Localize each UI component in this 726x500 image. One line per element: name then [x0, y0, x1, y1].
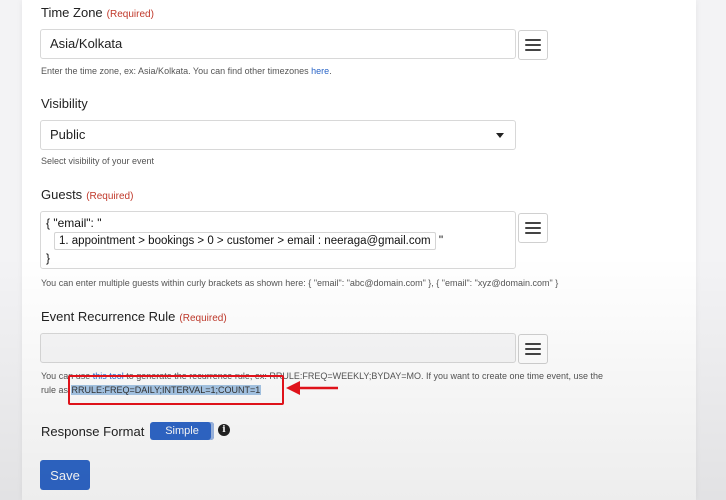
guests-required: (Required)	[86, 191, 134, 202]
timezone-value: Asia/Kolkata	[50, 36, 123, 51]
timezone-help-text: Enter the time zone, ex: Asia/Kolkata. Y…	[41, 66, 312, 76]
timezone-help-end: .	[329, 66, 332, 76]
timezone-help-link[interactable]: here	[311, 66, 329, 76]
guests-token[interactable]: 1. appointment > bookings > 0 > customer…	[54, 232, 436, 250]
response-format-toggle[interactable]: Simple	[150, 422, 214, 440]
hamburger-icon-bar	[525, 227, 541, 229]
guests-line-3: }	[46, 251, 51, 265]
annotation-red-box	[68, 375, 284, 405]
timezone-label-text: Time Zone	[41, 5, 103, 20]
timezone-menu-button[interactable]	[518, 30, 548, 60]
hamburger-icon-bar	[525, 232, 541, 234]
response-format-value: Simple	[165, 425, 199, 437]
recurrence-input[interactable]	[40, 333, 516, 363]
recurrence-menu-button[interactable]	[518, 334, 548, 364]
visibility-value: Public	[50, 127, 86, 142]
info-icon[interactable]: i	[218, 424, 230, 436]
hamburger-icon-bar	[525, 353, 541, 355]
recurrence-label-text: Event Recurrence Rule	[41, 309, 176, 324]
timezone-help: Enter the time zone, ex: Asia/Kolkata. Y…	[41, 66, 332, 76]
guests-line-1: { "email": "	[46, 216, 102, 230]
save-button[interactable]: Save	[40, 460, 90, 490]
visibility-help: Select visibility of your event	[41, 156, 155, 166]
recurrence-help-line2: rule as	[41, 385, 71, 395]
response-format-label: Response Format	[41, 424, 145, 439]
visibility-select[interactable]: Public	[40, 120, 516, 150]
hamburger-icon	[525, 343, 541, 345]
hamburger-icon	[525, 39, 541, 41]
guests-help: You can enter multiple guests within cur…	[41, 278, 559, 288]
timezone-required: (Required)	[106, 9, 154, 20]
caret-down-icon	[496, 133, 504, 138]
timezone-input[interactable]: Asia/Kolkata	[40, 29, 516, 59]
guests-label-text: Guests	[41, 187, 83, 202]
guests-menu-button[interactable]	[518, 213, 548, 243]
guests-input[interactable]: { "email": " 1. appointment > bookings >…	[40, 211, 516, 269]
recurrence-label: Event Recurrence Rule (Required)	[41, 309, 227, 324]
hamburger-icon	[525, 222, 541, 224]
guests-quote: "	[438, 233, 444, 247]
hamburger-icon-bar	[525, 49, 541, 51]
hamburger-icon-bar	[525, 44, 541, 46]
recurrence-required: (Required)	[179, 313, 227, 324]
visibility-label: Visibility	[41, 96, 88, 111]
annotation-arrow-icon	[286, 381, 338, 395]
info-glyph: i	[222, 425, 226, 435]
hamburger-icon-bar	[525, 348, 541, 350]
save-button-label: Save	[50, 467, 80, 483]
timezone-label: Time Zone (Required)	[41, 5, 154, 20]
guests-line-2: 1. appointment > bookings > 0 > customer…	[54, 232, 510, 250]
guests-label: Guests (Required)	[41, 187, 133, 202]
